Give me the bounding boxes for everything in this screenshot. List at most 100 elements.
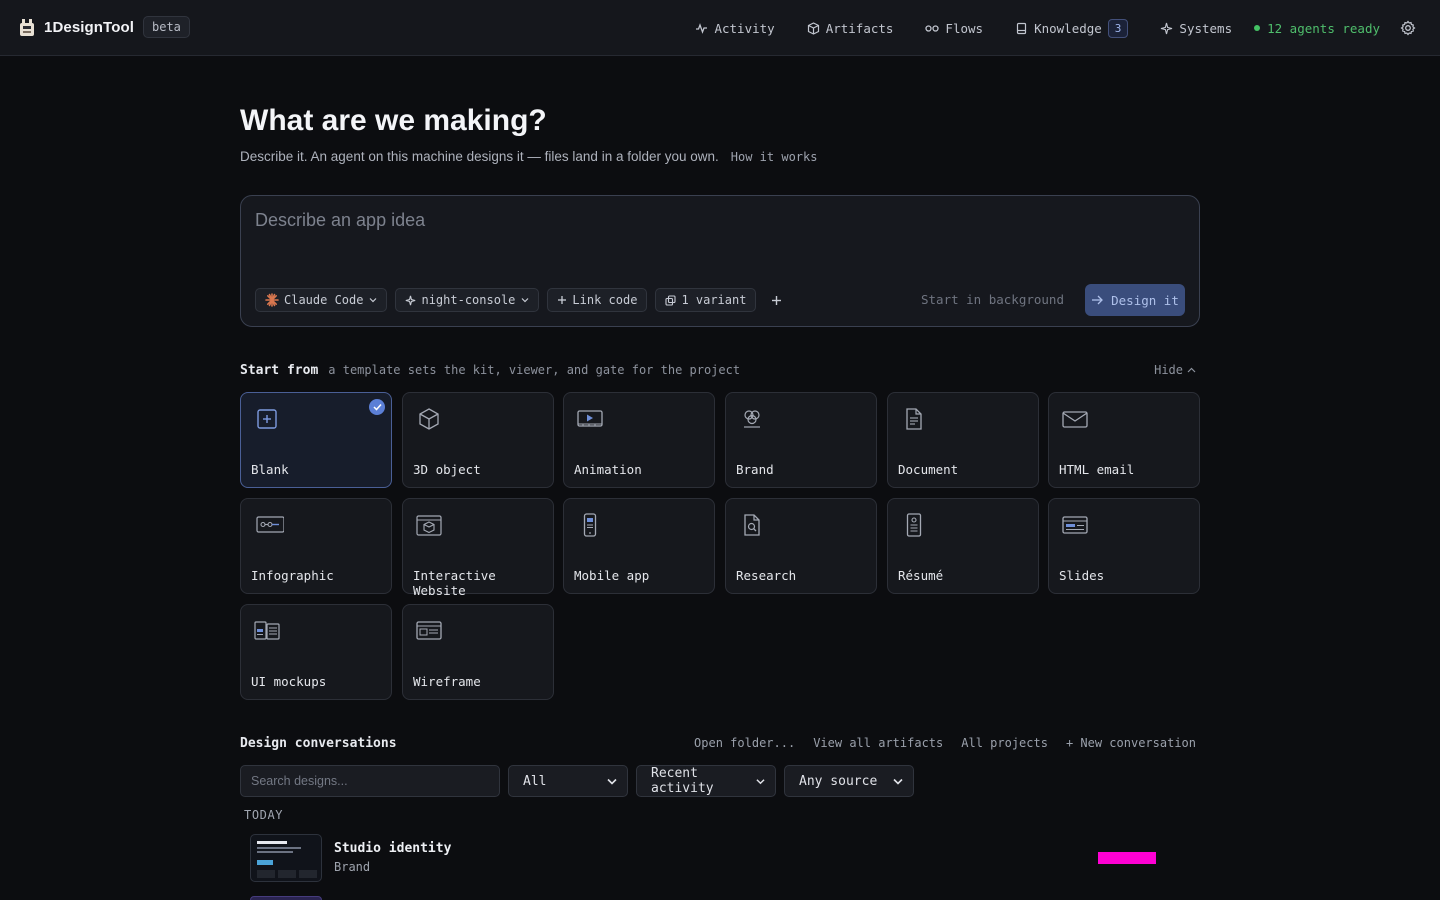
agents-status-label: 12 agents ready	[1267, 20, 1380, 36]
templates-header: Start from a template sets the kit, view…	[240, 363, 740, 378]
template-card-html-email[interactable]: HTML email	[1048, 392, 1200, 488]
beta-badge: beta	[143, 16, 190, 38]
variants-select[interactable]: 1 variant	[655, 288, 757, 312]
link-code-label: Link code	[572, 293, 638, 307]
brand[interactable]: 1DesignTool beta	[18, 16, 190, 38]
brand-circles-icon	[744, 410, 760, 428]
chevron-up-icon	[1187, 367, 1196, 373]
template-card-brand[interactable]: Brand	[725, 392, 877, 488]
template-label: Infographic	[251, 568, 334, 583]
template-label: Wireframe	[413, 674, 481, 689]
nav-artifacts[interactable]: Artifacts	[807, 20, 894, 36]
play-film-icon	[577, 410, 603, 427]
group-label-today: TODAY	[244, 808, 284, 822]
link-code-button[interactable]: Link code	[547, 288, 648, 312]
sparkle-icon	[1161, 22, 1173, 34]
status-marker	[1098, 852, 1156, 864]
design-it-button[interactable]: Design it	[1085, 284, 1185, 316]
settings-button[interactable]	[1400, 20, 1416, 36]
page-title: What are we making?	[240, 104, 547, 137]
research-doc-icon	[744, 514, 760, 536]
add-option-button[interactable]	[764, 288, 788, 312]
conversation-row[interactable]: Studio identity Brand	[250, 834, 1160, 882]
template-label: 3D object	[413, 462, 481, 477]
nav-label: Activity	[714, 20, 775, 36]
template-card-blank[interactable]: Blank	[240, 392, 392, 488]
chevron-down-icon	[893, 778, 903, 785]
nav-knowledge[interactable]: Knowledge 3	[1015, 18, 1129, 38]
templates-title: Start from	[240, 363, 319, 378]
sparkle-icon	[406, 295, 416, 305]
open-folder-link[interactable]: Open folder...	[694, 736, 795, 750]
template-card-mobile-app[interactable]: Mobile app	[563, 498, 715, 594]
theme-label: night-console	[421, 293, 516, 307]
how-it-works-link[interactable]: How it works	[731, 150, 818, 164]
search-designs-input[interactable]	[240, 765, 500, 797]
agents-status: 12 agents ready	[1254, 21, 1380, 36]
template-card-ui-mockups[interactable]: UI mockups	[240, 604, 392, 700]
document-icon	[906, 408, 922, 430]
nav-label: Knowledge	[1034, 20, 1102, 36]
template-card-resume[interactable]: Résumé	[887, 498, 1039, 594]
hide-templates-button[interactable]: Hide	[1154, 363, 1196, 377]
slides-icon	[1062, 516, 1088, 534]
design-it-label: Design it	[1111, 292, 1179, 308]
prompt-box: Claude Code night-console Link code 1 va…	[240, 195, 1200, 327]
source-filter-select[interactable]: Any source	[784, 765, 914, 797]
agent-select[interactable]: Claude Code	[255, 288, 388, 312]
template-label: Brand	[736, 462, 774, 477]
nav-systems[interactable]: Systems	[1160, 21, 1232, 36]
theme-select[interactable]: night-console	[395, 288, 540, 312]
top-bar: 1DesignTool beta Activity Artifacts Flow…	[0, 0, 1440, 56]
app-logo-icon	[18, 17, 36, 37]
conversation-title: Studio identity	[334, 841, 452, 856]
chevron-down-icon	[607, 778, 617, 785]
template-card-infographic[interactable]: Infographic	[240, 498, 392, 594]
template-label: Résumé	[898, 568, 944, 583]
infographic-icon	[256, 516, 284, 533]
hide-label: Hide	[1154, 363, 1183, 377]
sort-filter-select[interactable]: Recent activity	[636, 765, 776, 797]
infinity-icon	[925, 24, 940, 32]
page-subtitle: Describe it. An agent on this machine de…	[240, 149, 817, 164]
template-label: Interactive Website	[413, 568, 496, 598]
nav-activity[interactable]: Activity	[695, 20, 775, 36]
template-card-interactive-website[interactable]: Interactive Website	[402, 498, 554, 598]
chevron-down-icon	[756, 778, 765, 784]
template-label: UI mockups	[251, 674, 327, 689]
template-card-wireframe[interactable]: Wireframe	[402, 604, 554, 700]
template-label: Document	[898, 462, 959, 477]
variants-label: 1 variant	[681, 293, 747, 307]
template-card-slides[interactable]: Slides	[1048, 498, 1200, 594]
cube-icon	[807, 21, 819, 35]
all-projects-link[interactable]: All projects	[961, 736, 1048, 750]
new-conversation-link[interactable]: + New conversation	[1066, 736, 1196, 750]
arrow-right-icon	[1092, 295, 1104, 305]
nav-label: Artifacts	[825, 20, 894, 36]
selected-check-icon	[369, 399, 385, 415]
conversations-title: Design conversations	[240, 736, 397, 751]
cube-icon	[419, 408, 439, 430]
plus-square-icon	[257, 409, 277, 429]
knowledge-count-badge: 3	[1107, 18, 1129, 38]
nav-flows[interactable]: Flows	[925, 21, 983, 36]
template-card-3d-object[interactable]: 3D object	[402, 392, 554, 488]
envelope-icon	[1062, 411, 1088, 428]
prompt-input[interactable]	[255, 210, 1185, 270]
start-in-background-button[interactable]: Start in background	[921, 292, 1064, 307]
wireframe-icon	[416, 621, 442, 640]
top-nav: Activity Artifacts Flows Knowledge 3 Sys…	[695, 0, 1440, 56]
scope-filter-select[interactable]: All	[508, 765, 628, 797]
sort-filter-value: Recent activity	[651, 766, 714, 796]
template-card-animation[interactable]: Animation	[563, 392, 715, 488]
template-label: Research	[736, 568, 797, 583]
template-card-document[interactable]: Document	[887, 392, 1039, 488]
template-card-research[interactable]: Research	[725, 498, 877, 594]
view-all-artifacts-link[interactable]: View all artifacts	[813, 736, 943, 750]
resume-icon	[906, 513, 922, 537]
nav-label: Systems	[1179, 20, 1233, 36]
chevron-down-icon	[521, 298, 529, 303]
conversation-type: Brand	[334, 860, 371, 874]
website-cube-icon	[416, 515, 442, 536]
scope-filter-value: All	[523, 773, 547, 789]
